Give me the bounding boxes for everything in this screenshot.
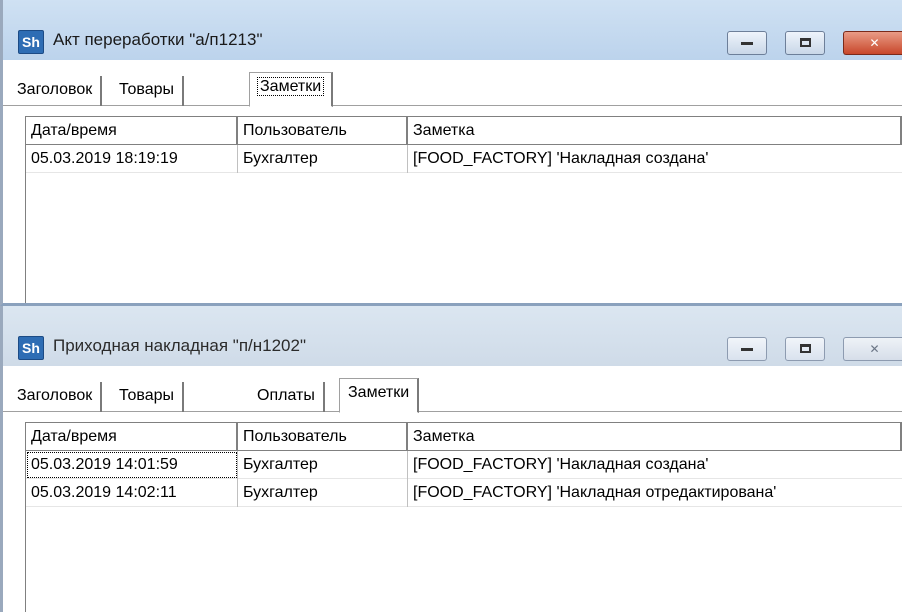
column-header-user[interactable]: Пользователь [238,117,408,145]
table-row[interactable]: 05.03.2019 18:19:19 Бухгалтер [FOOD_FACT… [26,145,902,173]
tab-label: Товары [119,387,175,404]
column-header-user[interactable]: Пользователь [238,423,408,451]
tab-label: Заголовок [17,81,93,98]
tab-tovary[interactable]: Товары [111,76,185,106]
title-bar[interactable]: Sh Акт переработки "а/п1213" ✕ [3,0,902,60]
cell-datetime[interactable]: 05.03.2019 14:01:59 [26,451,238,479]
tab-oplaty[interactable]: Оплаты [249,382,325,412]
cell-note[interactable]: [FOOD_FACTORY] 'Накладная создана' [408,451,902,479]
minimize-button[interactable] [727,337,767,361]
tab-zagolovok[interactable]: Заголовок [9,76,103,106]
tab-bar: Заголовок Товары Оплаты Заметки [3,376,902,413]
minimize-button[interactable] [727,31,767,55]
tab-bar: Заголовок Товары Заметки [3,70,902,107]
column-header-note[interactable]: Заметка [408,423,902,451]
column-header-note[interactable]: Заметка [408,117,902,145]
tab-label: Заметки [348,384,410,401]
window-prikhodnaya-nakladnaya: Sh Приходная накладная "п/н1202" ✕ Загол… [0,306,902,612]
grid-header: Дата/время Пользователь Заметка [26,117,902,145]
cell-user[interactable]: Бухгалтер [238,145,408,173]
tab-zametki[interactable]: Заметки [249,72,334,107]
grid-header: Дата/время Пользователь Заметка [26,423,902,451]
tab-zagolovok[interactable]: Заголовок [9,382,103,412]
cell-datetime[interactable]: 05.03.2019 14:02:11 [26,479,238,507]
tab-label: Товары [119,81,175,98]
column-header-datetime[interactable]: Дата/время [26,117,238,145]
cell-note[interactable]: [FOOD_FACTORY] 'Накладная отредактирован… [408,479,902,507]
app-icon[interactable]: Sh [18,30,44,54]
cell-user[interactable]: Бухгалтер [238,479,408,507]
cell-user[interactable]: Бухгалтер [238,451,408,479]
window-title: Акт переработки "а/п1213" [53,30,263,49]
close-icon: ✕ [869,36,880,50]
maximize-icon [799,38,811,47]
title-bar[interactable]: Sh Приходная накладная "п/н1202" ✕ [3,306,902,366]
minimize-icon [741,42,753,45]
window-akt-pererabotki: Sh Акт переработки "а/п1213" ✕ Заголовок… [0,0,902,306]
table-row[interactable]: 05.03.2019 14:02:11 Бухгалтер [FOOD_FACT… [26,479,902,507]
maximize-icon [799,344,811,353]
tab-tovary[interactable]: Товары [111,382,185,412]
close-button[interactable]: ✕ [843,337,902,361]
tab-label: Оплаты [257,387,315,404]
cell-note[interactable]: [FOOD_FACTORY] 'Накладная создана' [408,145,902,173]
maximize-button[interactable] [785,337,825,361]
close-icon: ✕ [869,342,880,356]
tab-label: Заголовок [17,387,93,404]
window-title: Приходная накладная "п/н1202" [53,336,306,355]
column-header-datetime[interactable]: Дата/время [26,423,238,451]
tab-zametki[interactable]: Заметки [339,378,420,413]
cell-datetime[interactable]: 05.03.2019 18:19:19 [26,145,238,173]
notes-grid[interactable]: Дата/время Пользователь Заметка 05.03.20… [25,422,902,612]
minimize-icon [741,348,753,351]
table-row[interactable]: 05.03.2019 14:01:59 Бухгалтер [FOOD_FACT… [26,451,902,479]
app-icon[interactable]: Sh [18,336,44,360]
tab-label: Заметки [256,77,325,96]
notes-grid[interactable]: Дата/время Пользователь Заметка 05.03.20… [25,116,902,303]
maximize-button[interactable] [785,31,825,55]
close-button[interactable]: ✕ [843,31,902,55]
